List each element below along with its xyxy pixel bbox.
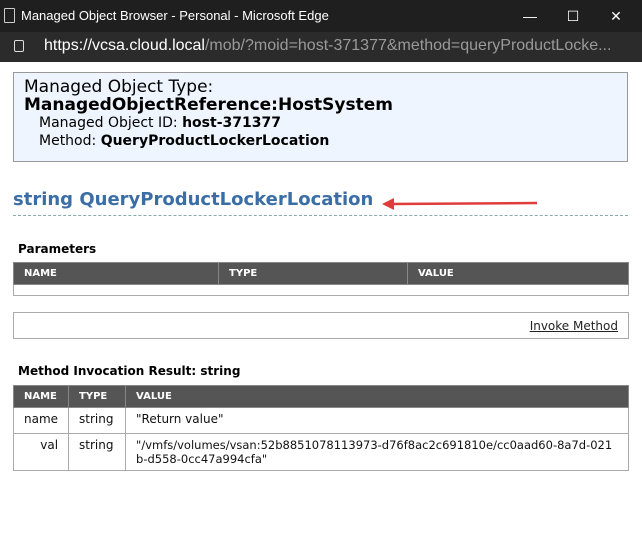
type-label: Managed Object Type: [24, 77, 214, 97]
cell-value: "Return value" [125, 407, 629, 434]
col-type: TYPE [218, 262, 408, 285]
cell-value: "/vmfs/volumes/vsan:52b8851078113973-d76… [125, 433, 629, 471]
red-arrow-icon [382, 198, 538, 210]
page-icon [4, 8, 15, 23]
type-value: ManagedObjectReference:HostSystem [24, 95, 393, 115]
url-text[interactable]: https://vcsa.cloud.local/mob/?moid=host-… [44, 37, 611, 55]
id-value: host-371377 [182, 115, 281, 131]
method-label: Method: [39, 133, 97, 149]
method-heading: string QueryProductLockerLocation [13, 189, 374, 210]
close-button[interactable]: ✕ [606, 6, 626, 26]
lock-icon [14, 40, 24, 52]
title-bar: Managed Object Browser - Personal - Micr… [0, 0, 642, 32]
table-row: name string "Return value" [12, 407, 629, 434]
table-row: val string "/vmfs/volumes/vsan:52b88510781… [12, 433, 629, 471]
col-type: TYPE [68, 385, 127, 408]
cell-type: string [68, 407, 127, 434]
method-value: QueryProductLockerLocation [100, 133, 330, 149]
parameters-table: NAME TYPE VALUE [13, 262, 629, 296]
url-path: /mob/?moid=host-371377&method=queryProdu… [204, 37, 612, 54]
url-host: https://vcsa.cloud.local [44, 37, 205, 54]
col-name: NAME [12, 385, 70, 408]
invoke-method-link[interactable]: Invoke Method [530, 319, 618, 333]
cell-name: val [12, 433, 70, 471]
col-value: VALUE [407, 262, 629, 285]
result-label: Method Invocation Result: string [18, 364, 241, 378]
cell-name: name [12, 407, 70, 434]
maximize-button[interactable]: ☐ [563, 6, 583, 26]
empty-row [13, 284, 629, 296]
window-title: Managed Object Browser - Personal - Micr… [21, 8, 329, 23]
col-value: VALUE [125, 385, 629, 408]
minimize-button[interactable]: — [520, 6, 540, 26]
invoke-box: Invoke Method [13, 312, 629, 339]
object-info-box: Managed Object Type: ManagedObjectRefere… [13, 72, 628, 162]
cell-type: string [68, 433, 127, 471]
col-name: NAME [13, 262, 219, 285]
result-table: NAME TYPE VALUE name string "Return value" v… [12, 385, 629, 471]
id-label: Managed Object ID: [39, 115, 178, 131]
address-bar[interactable]: https://vcsa.cloud.local/mob/?moid=host-… [0, 32, 642, 62]
parameters-label: Parameters [18, 242, 97, 256]
divider [13, 215, 628, 216]
